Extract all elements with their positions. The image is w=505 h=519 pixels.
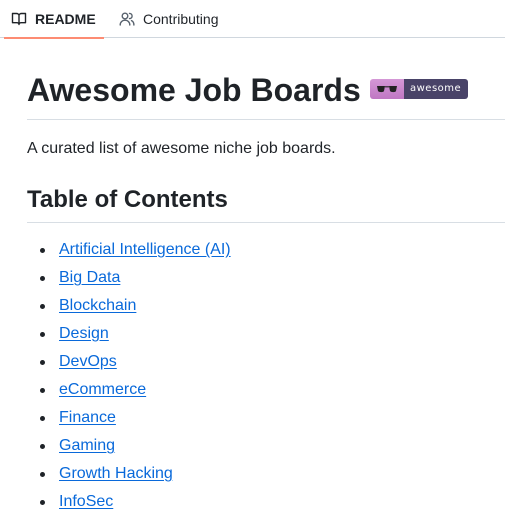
file-tabs: README Contributing <box>0 0 505 39</box>
toc-link-gaming[interactable]: Gaming <box>59 437 115 454</box>
toc-link-devops[interactable]: DevOps <box>59 353 117 370</box>
toc-link-big-data[interactable]: Big Data <box>59 269 120 286</box>
list-item: InfoSec <box>27 491 231 519</box>
tab-contributing[interactable]: Contributing <box>119 0 219 38</box>
list-item: Design <box>27 323 231 351</box>
book-icon <box>11 11 27 27</box>
toc-link-finance[interactable]: Finance <box>59 409 116 426</box>
list-item: eCommerce <box>27 379 231 407</box>
toc-link-ecommerce[interactable]: eCommerce <box>59 381 146 398</box>
tab-readme[interactable]: README <box>4 0 104 39</box>
toc-link-design[interactable]: Design <box>59 325 109 342</box>
tab-contributing-label: Contributing <box>143 11 219 27</box>
list-item: DevOps <box>27 351 231 379</box>
toc-link-ai[interactable]: Artificial Intelligence (AI) <box>59 241 231 258</box>
list-item: Finance <box>27 407 231 435</box>
badge-text: awesome <box>404 79 469 99</box>
list-item: Artificial Intelligence (AI) <box>27 239 231 267</box>
page-title-text: Awesome Job Boards <box>27 72 361 108</box>
toc-heading: Table of Contents <box>27 183 505 223</box>
list-item: Gaming <box>27 435 231 463</box>
toc-list: Artificial Intelligence (AI) Big Data Bl… <box>27 239 231 519</box>
list-item: Big Data <box>27 267 231 295</box>
people-icon <box>119 11 135 27</box>
page-title: Awesome Job Boards awesome <box>27 70 505 120</box>
awesome-badge[interactable]: awesome <box>370 79 469 99</box>
tab-readme-label: README <box>35 11 96 27</box>
toc-link-infosec[interactable]: InfoSec <box>59 493 113 510</box>
toc-link-growth-hacking[interactable]: Growth Hacking <box>59 465 173 482</box>
toc-link-blockchain[interactable]: Blockchain <box>59 297 136 314</box>
sunglasses-icon <box>370 79 404 99</box>
list-item: Growth Hacking <box>27 463 231 491</box>
description: A curated list of awesome niche job boar… <box>27 140 336 157</box>
list-item: Blockchain <box>27 295 231 323</box>
